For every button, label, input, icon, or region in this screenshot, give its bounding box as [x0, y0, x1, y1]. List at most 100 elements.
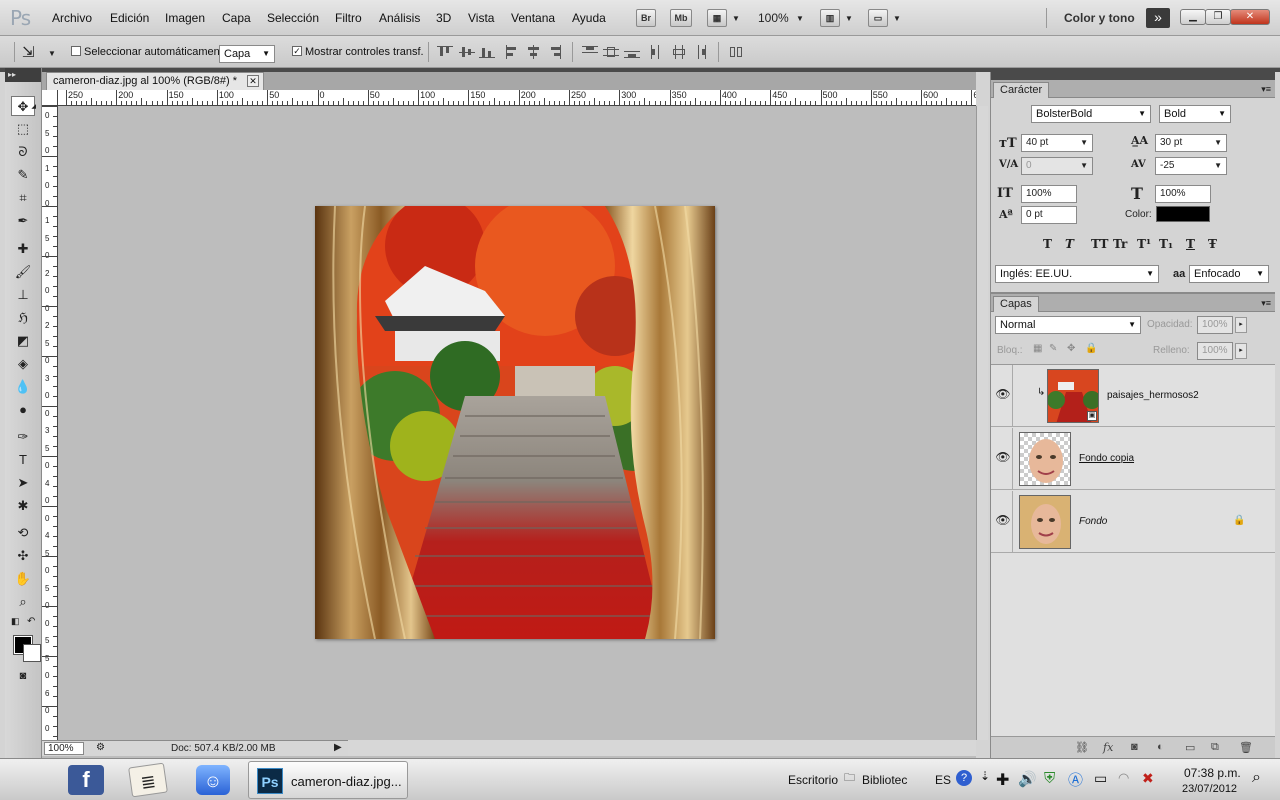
notes-app-icon[interactable]: ≣ — [128, 762, 168, 798]
text-color-swatch[interactable] — [1156, 206, 1210, 222]
antialias-select[interactable]: Enfocado ▼ — [1189, 265, 1269, 283]
menu-seleccion[interactable]: Selección — [267, 11, 319, 25]
panel-menu-icon[interactable]: ▾≡ — [1261, 84, 1271, 95]
library-toolbar-label[interactable]: Bibliotec — [862, 773, 907, 787]
zoom-level[interactable]: 100% — [758, 11, 789, 25]
tracking-field[interactable]: -25 ▼ — [1155, 157, 1227, 175]
3d-rotate-tool-icon[interactable]: ⟲ — [11, 523, 35, 543]
pen-tool-icon[interactable]: ✑ — [11, 427, 35, 447]
bridge-button[interactable]: Br — [636, 9, 656, 27]
menu-imagen[interactable]: Imagen — [165, 11, 205, 25]
zoom-tool-icon[interactable]: ⌕ — [11, 592, 35, 612]
lock-pixels-icon[interactable]: ✎ — [1049, 343, 1057, 354]
clock-date[interactable]: 23/07/2012 — [1182, 783, 1237, 795]
align-vcenter-icon[interactable] — [459, 45, 475, 59]
align-top-icon[interactable] — [437, 45, 453, 59]
eye-icon[interactable]: 👁 — [995, 450, 1011, 464]
eye-icon[interactable]: 👁 — [995, 387, 1011, 401]
eraser-tool-icon[interactable]: ◩ — [11, 331, 35, 351]
eye-icon[interactable]: 👁 — [995, 513, 1011, 527]
menu-analisis[interactable]: Análisis — [379, 11, 420, 25]
layer-row[interactable]: 👁 Fondo 🔒 — [991, 491, 1275, 553]
keyboard-settings-icon[interactable]: ⇣ — [980, 769, 990, 783]
workspace-more-icon[interactable]: » — [1146, 8, 1170, 28]
lasso-tool-icon[interactable]: ᘐ — [11, 142, 35, 162]
distribute-right-icon[interactable] — [692, 45, 708, 59]
search-icon[interactable]: ⌕ — [1252, 769, 1261, 787]
background-color-swatch[interactable] — [23, 644, 41, 662]
view-extras-dropdown-icon[interactable]: ▼ — [732, 14, 740, 23]
swap-colors-icon[interactable]: ↶ — [27, 616, 35, 627]
small-caps-button[interactable]: Tr — [1113, 237, 1127, 251]
auto-align-layers-icon[interactable] — [728, 45, 744, 59]
opacity-slider-icon[interactable]: ▸ — [1235, 317, 1247, 333]
tab-caracter[interactable]: Carácter — [993, 82, 1050, 98]
crop-tool-icon[interactable]: ⌗ — [11, 188, 35, 208]
desktop-toolbar-label[interactable]: Escritorio — [788, 773, 838, 787]
facebook-icon[interactable]: f — [68, 765, 104, 795]
battery-icon[interactable]: ▭ — [1094, 770, 1107, 787]
language-select[interactable]: Inglés: EE.UU. ▼ — [995, 265, 1159, 283]
all-caps-button[interactable]: TT — [1091, 237, 1108, 251]
kerning-field[interactable]: 0 ▼ — [1021, 157, 1093, 175]
horizontal-ruler[interactable]: 250 200 150 100 50 0 50 100 150 200 250 300 350 400 45… — [58, 90, 976, 106]
custom-shape-tool-icon[interactable]: ✱ — [11, 496, 35, 516]
lock-transparency-icon[interactable]: ▦ — [1033, 343, 1042, 354]
security-icon[interactable]: ⛨ — [1044, 770, 1055, 787]
clock-time[interactable]: 07:38 p.m. — [1184, 766, 1241, 780]
zoom-dropdown-icon[interactable]: ▼ — [796, 14, 804, 23]
status-info-icon[interactable]: ⚙ — [96, 742, 105, 753]
font-size-field[interactable]: 40 pt ▼ — [1021, 134, 1093, 152]
adjustment-layer-icon[interactable]: ◐ — [1157, 741, 1164, 753]
ruler-origin[interactable] — [42, 90, 58, 106]
eyedropper-tool-icon[interactable]: ✒ — [11, 211, 35, 231]
screen-mode-dropdown-icon[interactable]: ▼ — [893, 14, 901, 23]
menu-vista[interactable]: Vista — [468, 11, 494, 25]
menu-filtro[interactable]: Filtro — [335, 11, 362, 25]
align-hcenter-icon[interactable] — [526, 45, 542, 59]
horizontal-scale-field[interactable]: 100% — [1155, 185, 1211, 203]
faux-italic-button[interactable]: T — [1065, 237, 1074, 251]
status-menu-arrow-icon[interactable]: ▶ — [334, 742, 342, 753]
type-tool-icon[interactable]: T — [11, 450, 35, 470]
taskbar-photoshop-button[interactable]: Ps cameron-diaz.jpg... — [248, 761, 408, 799]
default-colors-icon[interactable]: ◧ — [11, 616, 20, 627]
marquee-tool-icon[interactable]: ⬚ — [11, 119, 35, 139]
input-language[interactable]: ES — [935, 773, 951, 787]
font-family-select[interactable]: BolsterBold ▼ — [1031, 105, 1151, 123]
menu-ayuda[interactable]: Ayuda — [572, 11, 606, 25]
document-tab[interactable]: cameron-diaz.jpg al 100% (RGB/8#) * ✕ — [46, 72, 264, 90]
dodge-tool-icon[interactable]: ● — [11, 400, 35, 420]
lock-all-icon[interactable]: 🔒 — [1085, 343, 1097, 354]
vertical-ruler[interactable]: 050100150200250300350400450500550600 — [42, 106, 58, 740]
brush-tool-icon[interactable]: 🖌 — [11, 262, 35, 282]
volume-icon[interactable]: 🔊 — [1018, 770, 1037, 788]
align-bottom-icon[interactable] — [479, 45, 495, 59]
tools-collapse-icon[interactable]: ▸▸ — [5, 68, 41, 82]
screen-mode-icon[interactable]: ▭ — [868, 9, 888, 27]
plus-icon[interactable]: ✚ — [996, 770, 1009, 790]
healing-brush-tool-icon[interactable]: ✚ — [11, 239, 35, 259]
fill-slider-icon[interactable]: ▸ — [1235, 343, 1247, 359]
close-button[interactable]: ✕ — [1230, 9, 1270, 25]
close-tab-icon[interactable]: ✕ — [247, 75, 259, 87]
menu-edicion[interactable]: Edición — [110, 11, 149, 25]
layer-visibility-cell[interactable]: 👁 — [991, 365, 1013, 427]
view-extras-icon[interactable]: ▦ — [707, 9, 727, 27]
lock-position-icon[interactable]: ✥ — [1067, 343, 1075, 354]
finder-icon[interactable]: ☺ — [196, 765, 230, 795]
distribute-bottom-icon[interactable] — [624, 45, 640, 59]
minimize-button[interactable]: ▁ — [1180, 9, 1206, 25]
underline-button[interactable]: T — [1186, 237, 1195, 251]
new-group-icon[interactable]: ▭ — [1185, 741, 1195, 754]
library-folder-icon[interactable]: 🗀 — [844, 769, 855, 788]
subscript-button[interactable]: T₁ — [1159, 237, 1173, 251]
leading-field[interactable]: 30 pt ▼ — [1155, 134, 1227, 152]
maximize-button[interactable]: ❐ — [1205, 9, 1231, 25]
quick-mask-icon[interactable]: ◙ — [11, 666, 35, 686]
network-icon[interactable]: ◠ — [1118, 770, 1129, 786]
tool-preset-dropdown-icon[interactable]: ▼ — [48, 49, 56, 58]
font-style-select[interactable]: Bold ▼ — [1159, 105, 1231, 123]
opacity-field[interactable]: 100% — [1197, 316, 1233, 334]
add-mask-icon[interactable]: ◙ — [1131, 741, 1138, 753]
